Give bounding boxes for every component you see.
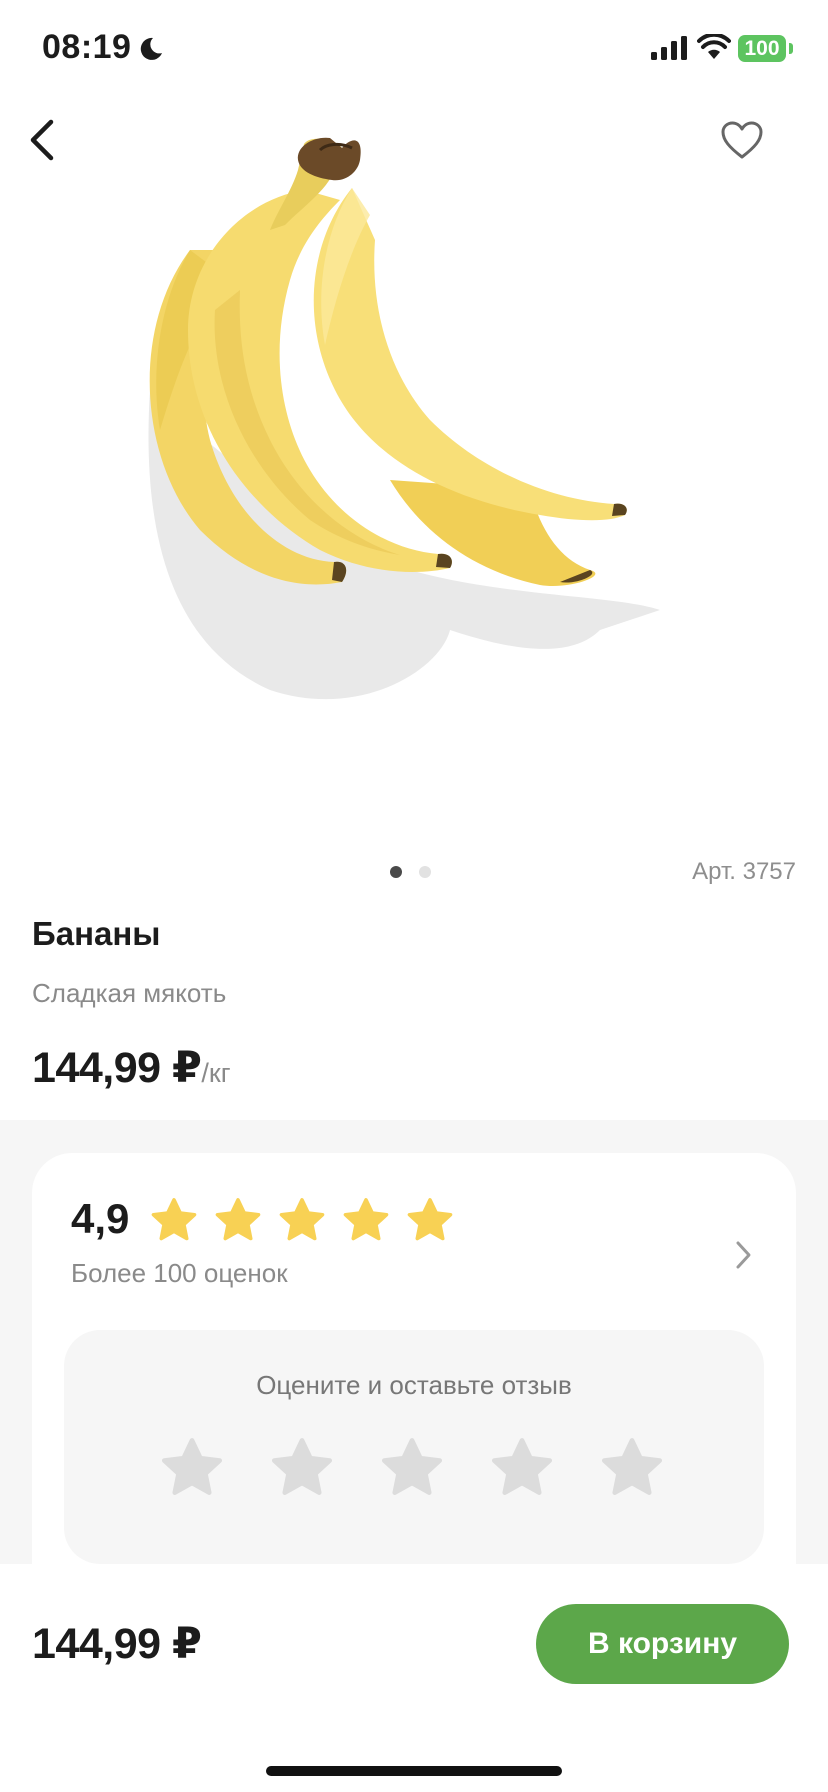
status-time: 08:19 xyxy=(42,28,132,66)
back-button[interactable] xyxy=(14,112,70,168)
star-filled-icon xyxy=(279,1198,325,1241)
product-price: 144,99 ₽ xyxy=(32,1044,202,1092)
battery-level: 100 xyxy=(744,37,780,60)
gallery-pagination xyxy=(390,866,431,878)
battery-indicator: 100 xyxy=(738,35,786,62)
rate-stars xyxy=(157,1434,667,1504)
home-indicator xyxy=(266,1766,562,1776)
bottom-bar: 144,99 ₽ В корзину xyxy=(0,1564,828,1792)
review-prompt-box: Оцените и оставьте отзыв xyxy=(64,1330,764,1564)
product-image[interactable] xyxy=(120,130,740,780)
star-filled-icon xyxy=(343,1198,389,1241)
reviews-link[interactable] xyxy=(720,1231,768,1279)
product-title: Бананы xyxy=(32,915,161,952)
bottom-price: 144,99 ₽ xyxy=(32,1620,202,1668)
chevron-left-icon xyxy=(30,119,54,161)
star-rate-2-icon[interactable] xyxy=(267,1434,337,1504)
star-rate-4-icon[interactable] xyxy=(487,1434,557,1504)
add-to-cart-label: В корзину xyxy=(587,1627,738,1660)
star-rate-1-icon[interactable] xyxy=(157,1434,227,1504)
rating-stars xyxy=(148,1195,456,1247)
wifi-icon xyxy=(697,34,731,59)
add-to-cart-button[interactable]: В корзину xyxy=(536,1604,789,1684)
star-rate-3-icon[interactable] xyxy=(377,1434,447,1504)
chevron-right-icon xyxy=(736,1241,751,1269)
star-filled-icon xyxy=(407,1198,453,1241)
price-unit: /кг xyxy=(201,1058,231,1088)
star-rate-5-icon[interactable] xyxy=(597,1434,667,1504)
star-filled-icon xyxy=(151,1198,197,1241)
gallery-dot-1[interactable] xyxy=(390,866,402,878)
price-row: 144,99 ₽/кг xyxy=(32,1043,231,1093)
product-subtitle: Сладкая мякоть xyxy=(32,978,227,1008)
rating-value: 4,9 xyxy=(71,1195,130,1242)
rating-count: Более 100 оценок xyxy=(71,1258,288,1288)
article-number: Арт. 3757 xyxy=(692,858,796,885)
star-filled-icon xyxy=(215,1198,261,1241)
battery-nub xyxy=(789,43,793,54)
moon-icon xyxy=(140,37,162,60)
gallery-dot-2[interactable] xyxy=(419,866,431,878)
status-bar: 08:19 100 xyxy=(0,0,828,100)
review-prompt: Оцените и оставьте отзыв xyxy=(256,1370,572,1400)
cellular-signal-icon xyxy=(651,36,687,60)
